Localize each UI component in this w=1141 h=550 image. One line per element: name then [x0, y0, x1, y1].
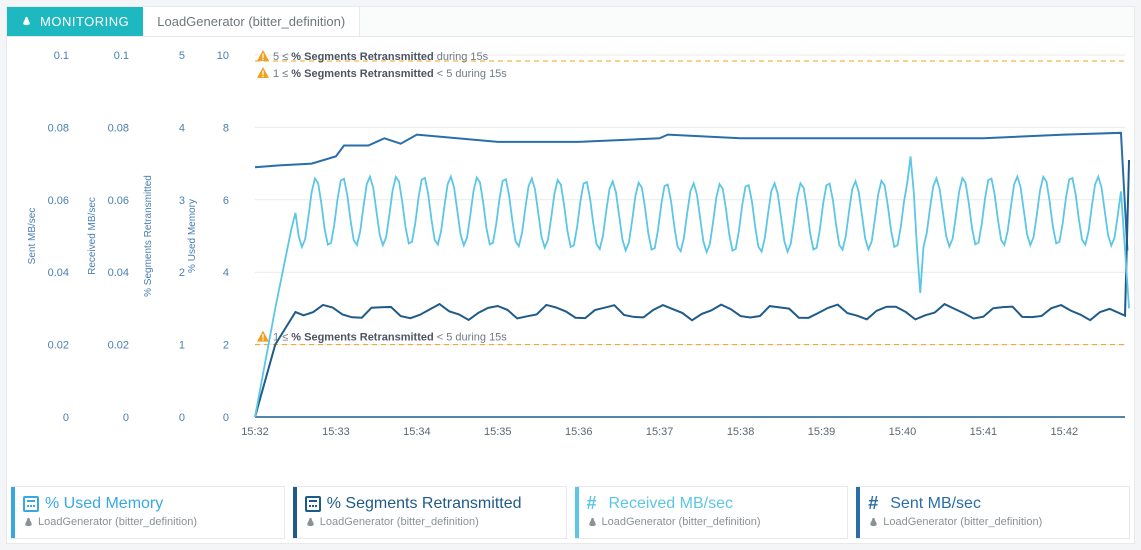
legend-card-segments-retrans[interactable]: % Segments Retransmitted LoadGenerator (… — [293, 486, 567, 539]
svg-text:15:34: 15:34 — [403, 426, 431, 438]
svg-text:0.02: 0.02 — [108, 340, 129, 352]
legend-sub: LoadGenerator (bitter_definition) — [602, 516, 761, 528]
linux-icon — [21, 16, 32, 27]
svg-text:2: 2 — [223, 340, 229, 352]
hash-icon: # — [587, 496, 603, 512]
legend-row: % Used Memory LoadGenerator (bitter_defi… — [7, 486, 1134, 543]
svg-text:15:41: 15:41 — [970, 426, 998, 438]
svg-text:1 ≤ % Segments Retransmitted <: 1 ≤ % Segments Retransmitted < 5 during … — [273, 68, 507, 80]
chart-area[interactable]: 0 0.02 0.04 0.06 0.08 0.1 Sent MB/sec 0 0.02 0.04… — [7, 37, 1134, 482]
svg-text:0.06: 0.06 — [108, 195, 129, 207]
panel-subtitle: LoadGenerator (bitter_definition) — [143, 7, 360, 36]
svg-text:Received MB/sec: Received MB/sec — [87, 197, 98, 275]
svg-text:0.04: 0.04 — [48, 267, 69, 279]
monitoring-panel: MONITORING LoadGenerator (bitter_definit… — [6, 6, 1135, 544]
svg-text:4: 4 — [223, 267, 229, 279]
legend-sub: LoadGenerator (bitter_definition) — [38, 516, 197, 528]
svg-text:0: 0 — [179, 412, 185, 424]
linux-icon — [868, 517, 879, 528]
chart-svg: 0 0.02 0.04 0.06 0.08 0.1 Sent MB/sec 0 0.02 0.04… — [7, 37, 1134, 452]
legend-title: Received MB/sec — [609, 495, 734, 513]
legend-card-sent[interactable]: # Sent MB/sec LoadGenerator (bitter_defi… — [856, 486, 1130, 539]
svg-text:15:33: 15:33 — [322, 426, 350, 438]
svg-text:% Used Memory: % Used Memory — [187, 199, 198, 273]
svg-text:1: 1 — [179, 340, 185, 352]
svg-text:2: 2 — [179, 267, 185, 279]
svg-text:0: 0 — [63, 412, 69, 424]
svg-text:5: 5 — [179, 50, 185, 62]
legend-card-received[interactable]: # Received MB/sec LoadGenerator (bitter_… — [575, 486, 849, 539]
calc-icon — [305, 496, 321, 512]
hash-icon: # — [868, 496, 884, 512]
svg-text:4: 4 — [179, 122, 185, 134]
svg-text:15:37: 15:37 — [646, 426, 674, 438]
svg-text:0: 0 — [123, 412, 129, 424]
legend-sub: LoadGenerator (bitter_definition) — [883, 516, 1042, 528]
legend-card-used-memory[interactable]: % Used Memory LoadGenerator (bitter_defi… — [11, 486, 285, 539]
svg-text:15:32: 15:32 — [241, 426, 269, 438]
monitoring-tab[interactable]: MONITORING — [7, 7, 143, 36]
svg-text:15:38: 15:38 — [727, 426, 755, 438]
svg-text:15:40: 15:40 — [889, 426, 917, 438]
panel-header: MONITORING LoadGenerator (bitter_definit… — [7, 7, 1134, 37]
legend-title: % Segments Retransmitted — [327, 495, 522, 513]
legend-sub: LoadGenerator (bitter_definition) — [320, 516, 479, 528]
svg-text:0.1: 0.1 — [114, 50, 129, 62]
svg-text:!: ! — [262, 333, 265, 343]
legend-title: Sent MB/sec — [890, 495, 981, 513]
svg-text:!: ! — [262, 69, 265, 79]
svg-text:15:42: 15:42 — [1051, 426, 1079, 438]
svg-text:15:36: 15:36 — [565, 426, 593, 438]
svg-text:0.06: 0.06 — [48, 195, 69, 207]
svg-text:0.1: 0.1 — [54, 50, 69, 62]
svg-text:0: 0 — [223, 412, 229, 424]
tab-label: MONITORING — [40, 14, 129, 29]
linux-icon — [587, 517, 598, 528]
svg-text:1 ≤ % Segments Retransmitted <: 1 ≤ % Segments Retransmitted < 5 during … — [273, 332, 507, 344]
svg-text:10: 10 — [217, 50, 229, 62]
calc-icon — [23, 496, 39, 512]
svg-text:0.08: 0.08 — [48, 122, 69, 134]
svg-text:15:39: 15:39 — [808, 426, 836, 438]
svg-text:0.08: 0.08 — [108, 122, 129, 134]
svg-text:6: 6 — [223, 195, 229, 207]
svg-text:15:35: 15:35 — [484, 426, 512, 438]
linux-icon — [305, 517, 316, 528]
svg-text:0.02: 0.02 — [48, 340, 69, 352]
subtitle-text: LoadGenerator (bitter_definition) — [157, 14, 345, 29]
svg-text:0.04: 0.04 — [108, 267, 129, 279]
svg-text:% Segments Retransmitted: % Segments Retransmitted — [143, 175, 154, 297]
svg-text:5 ≤ % Segments Retransmitted d: 5 ≤ % Segments Retransmitted during 15s — [273, 51, 489, 63]
svg-text:3: 3 — [179, 195, 185, 207]
svg-text:8: 8 — [223, 122, 229, 134]
svg-text:!: ! — [262, 52, 265, 62]
legend-title: % Used Memory — [45, 495, 163, 513]
svg-text:Sent MB/sec: Sent MB/sec — [27, 208, 38, 265]
linux-icon — [23, 517, 34, 528]
